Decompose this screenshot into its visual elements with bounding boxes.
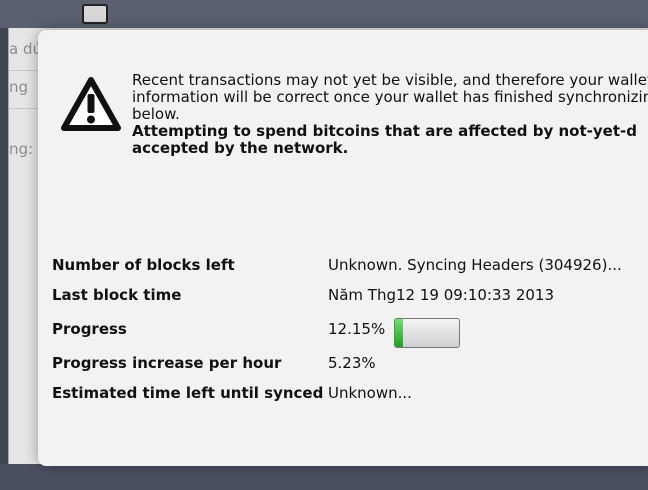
top-toolbar <box>0 0 648 28</box>
progress-bar <box>394 318 460 348</box>
warning-bold-line-1: Attempting to spend bitcoins that are af… <box>132 122 637 140</box>
warning-line-3: below. <box>132 105 180 123</box>
toolbar-button[interactable] <box>82 4 108 24</box>
warning-bold-line-2: accepted by the network. <box>132 139 349 157</box>
progress-bar-fill <box>395 319 403 347</box>
eta-row: Estimated time left until synced Unknown… <box>52 384 648 406</box>
progress-value: 12.15% <box>328 320 386 338</box>
background-divider <box>9 70 39 71</box>
warning-line-1: Recent transactions may not yet be visib… <box>132 71 648 89</box>
eta-label: Estimated time left until synced <box>52 384 324 402</box>
rate-row: Progress increase per hour 5.23% <box>52 354 648 376</box>
eta-value: Unknown... <box>328 384 412 402</box>
last-block-value: Năm Thg12 19 09:10:33 2013 <box>328 286 555 304</box>
bottom-status-bar <box>0 464 648 490</box>
blocks-left-row: Number of blocks left Unknown. Syncing H… <box>52 256 648 278</box>
last-block-row: Last block time Năm Thg12 19 09:10:33 20… <box>52 286 648 308</box>
sync-overlay-dialog: Recent transactions may not yet be visib… <box>38 30 648 466</box>
warning-line-2: information will be correct once your wa… <box>132 88 648 106</box>
warning-message: Recent transactions may not yet be visib… <box>132 72 648 157</box>
background-text-3: ng: <box>9 140 34 158</box>
background-divider <box>9 108 39 109</box>
rate-value: 5.23% <box>328 354 376 372</box>
background-text-2: ng <box>9 78 29 96</box>
last-block-label: Last block time <box>52 286 182 304</box>
rate-label: Progress increase per hour <box>52 354 282 372</box>
progress-row: Progress 12.15% <box>52 318 648 348</box>
warning-triangle-icon <box>61 77 121 131</box>
progress-label: Progress <box>52 320 127 338</box>
blocks-left-label: Number of blocks left <box>52 256 235 274</box>
blocks-left-value: Unknown. Syncing Headers (304926)... <box>328 256 622 274</box>
